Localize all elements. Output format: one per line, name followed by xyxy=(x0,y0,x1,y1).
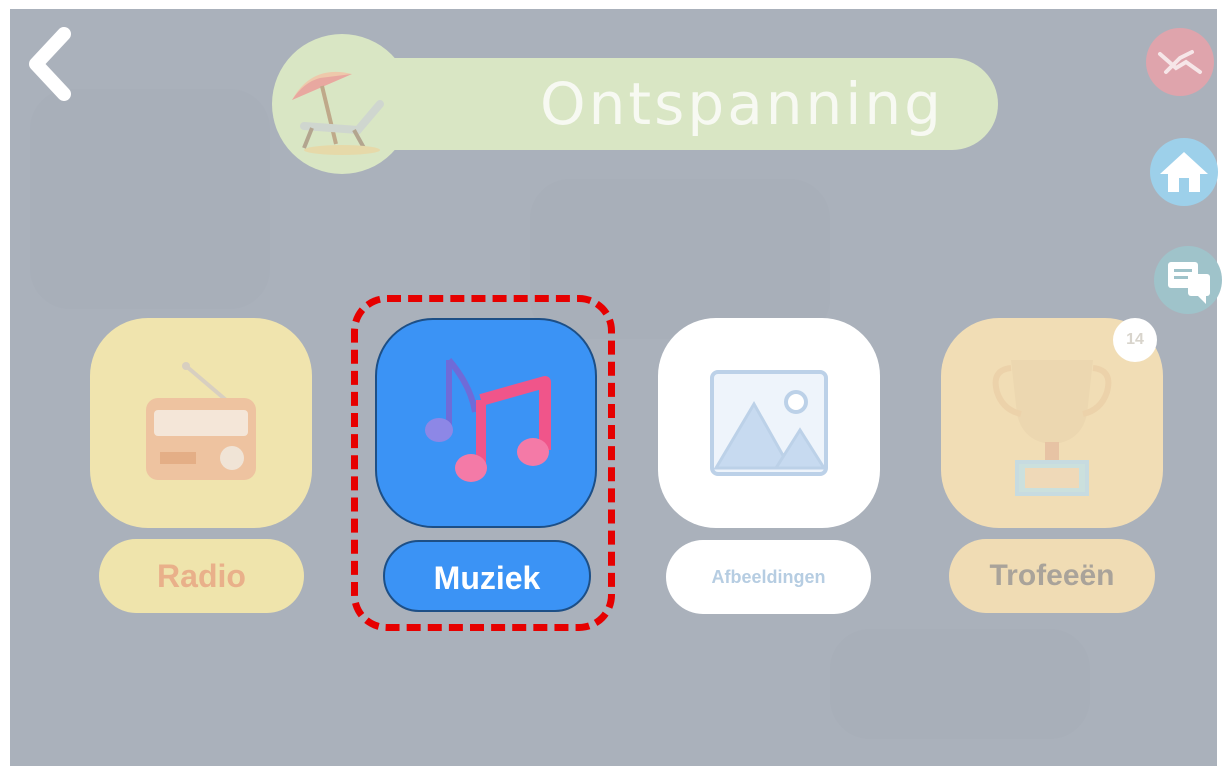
page-title: Ontspanning xyxy=(540,70,944,138)
handshake-icon xyxy=(1158,50,1202,74)
back-button[interactable] xyxy=(22,24,82,104)
images-tile[interactable] xyxy=(658,318,880,528)
background-decoration xyxy=(30,89,270,309)
title-icon-circle xyxy=(272,34,412,174)
home-button[interactable] xyxy=(1150,138,1218,206)
trophies-label[interactable]: Trofeeën xyxy=(949,539,1155,613)
beach-chair-umbrella-icon xyxy=(292,71,384,155)
chat-bubbles-icon xyxy=(1168,262,1210,304)
page-header: Ontspanning xyxy=(272,34,1002,174)
radio-label[interactable]: Radio xyxy=(99,539,304,613)
title-pill: Ontspanning xyxy=(342,58,998,150)
radio-icon xyxy=(146,362,256,480)
radio-tile[interactable] xyxy=(90,318,312,528)
trophies-count-badge: 14 xyxy=(1113,318,1157,362)
home-icon xyxy=(1160,152,1208,192)
chevron-left-icon xyxy=(29,27,71,101)
image-icon xyxy=(710,370,828,476)
background-decoration xyxy=(830,629,1090,739)
help-button[interactable] xyxy=(1146,28,1214,96)
images-label[interactable]: Afbeeldingen xyxy=(666,540,871,614)
selection-highlight xyxy=(351,295,615,631)
chat-button[interactable] xyxy=(1154,246,1222,314)
